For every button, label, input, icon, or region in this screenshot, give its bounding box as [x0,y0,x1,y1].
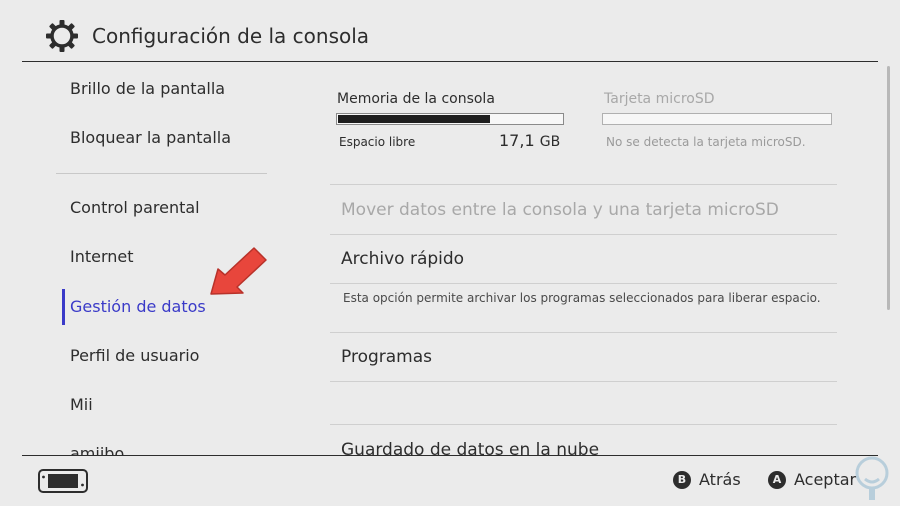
scrollbar[interactable] [887,66,890,310]
free-space-unit: GB [539,134,561,150]
sidebar-item-bloquear[interactable]: Bloquear la pantalla [70,128,231,148]
back-label: Atrás [699,470,741,489]
microsd-title: Tarjeta microSD [604,91,715,107]
sidebar-item-amiibo[interactable]: amiibo [70,444,124,455]
header: Configuración de la consola [0,0,900,62]
b-button-icon: B [673,470,691,489]
console-memory-title: Memoria de la consola [337,91,495,107]
free-space-value: 17,1 GB [499,131,560,150]
sidebar-item-brillo[interactable]: Brillo de la pantalla [70,79,225,99]
sidebar-item-mii[interactable]: Mii [70,395,93,415]
sidebar-divider [56,173,267,174]
cloud-save-option[interactable]: Guardado de datos en la nube [341,440,599,455]
microsd-bar [602,113,832,125]
accept-label: Aceptar [794,470,857,489]
free-space-number: 17,1 [499,131,535,150]
move-data-option[interactable]: Mover datos entre la consola y una tarje… [341,200,779,220]
console-memory-used [338,115,490,123]
sidebar-item-internet[interactable]: Internet [70,247,134,267]
programs-option[interactable]: Programas [341,347,432,367]
content-panel: Memoria de la consola Espacio libre 17,1… [288,62,888,455]
back-button[interactable]: B Atrás [673,470,741,489]
sidebar-item-gestion-datos[interactable]: Gestión de datos [70,297,206,317]
row-divider [330,381,837,382]
accept-button[interactable]: A Aceptar [768,470,856,489]
sidebar-item-control-parental[interactable]: Control parental [70,198,200,218]
row-divider [330,234,837,235]
quick-archive-description: Esta opción permite archivar los program… [343,291,821,305]
row-divider [330,184,837,185]
red-arrow-icon [210,247,267,295]
row-divider [330,424,837,425]
switch-console-icon [38,469,88,493]
watermark-logo-icon [855,456,889,500]
free-space-label: Espacio libre [339,135,416,149]
quick-archive-option[interactable]: Archivo rápido [341,249,464,269]
row-divider [330,332,837,333]
footer-divider [22,455,878,456]
page-title: Configuración de la consola [92,24,370,48]
gear-icon [46,20,78,52]
sidebar-item-perfil-usuario[interactable]: Perfil de usuario [70,346,199,366]
console-memory-bar [336,113,564,125]
microsd-status: No se detecta la tarjeta microSD. [606,135,806,149]
row-divider [330,283,837,284]
selection-indicator [62,289,65,325]
a-button-icon: A [768,470,786,489]
